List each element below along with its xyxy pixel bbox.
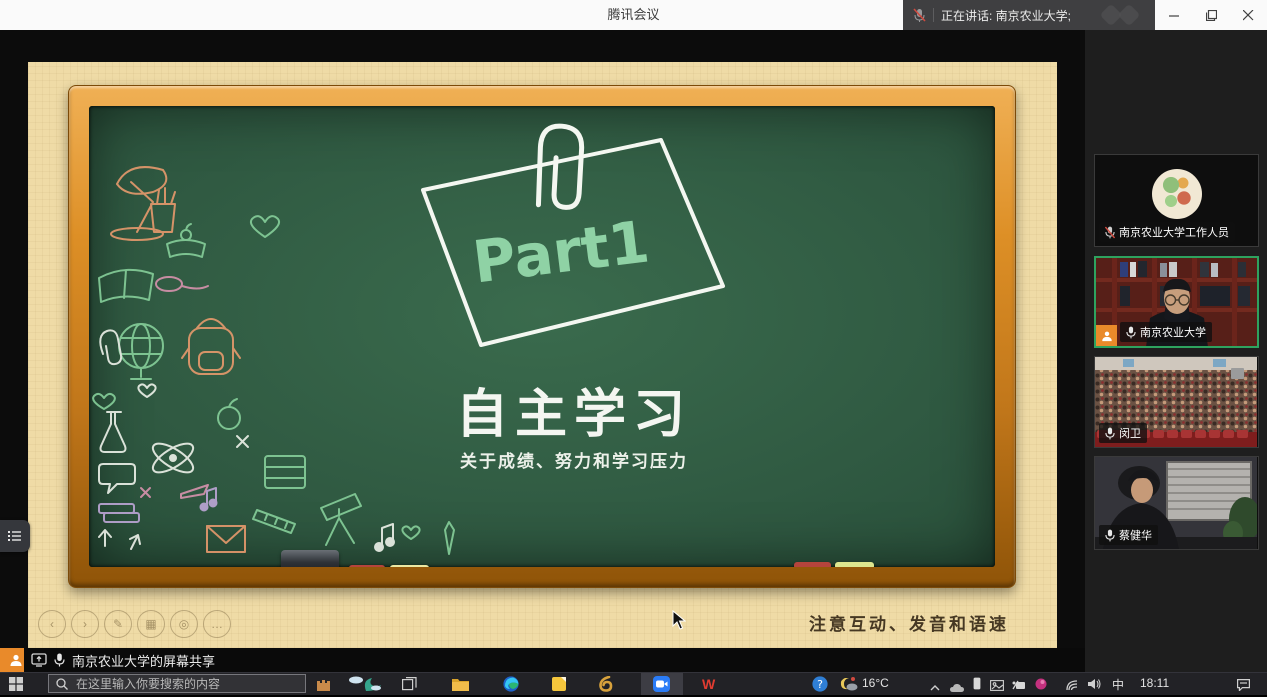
participant-label: 南京农业大学: [1120, 322, 1212, 342]
tray-phone-icon[interactable]: [973, 677, 981, 695]
minimize-button[interactable]: [1156, 0, 1193, 30]
windows-taskbar: W ? 16°C 中 18:11: [0, 672, 1267, 695]
presentation-slide: Part1 自主学习 关于成绩、努力和学习压力 注意互动、发音和语速 ‹ › ✎…: [28, 62, 1057, 648]
yellow-chalk: [835, 562, 874, 567]
action-center-icon[interactable]: [1237, 678, 1250, 696]
taskbar-search[interactable]: [48, 674, 306, 693]
speaking-text: 正在讲话: 南京农业大学;: [941, 7, 1071, 24]
tray-snip-icon[interactable]: [1012, 678, 1026, 696]
shared-screen-stage: Part1 自主学习 关于成绩、努力和学习压力 注意互动、发音和语速 ‹ › ✎…: [0, 30, 1085, 672]
window-titlebar: 腾讯会议 正在讲话: 南京农业大学;: [0, 0, 1267, 31]
chalkboard: Part1 自主学习 关于成绩、努力和学习压力: [89, 106, 995, 567]
participant-label: 蔡健华: [1099, 525, 1158, 545]
window-controls: [1156, 0, 1267, 30]
slide-title: 自主学习: [319, 372, 829, 447]
participant-name: 南京农业大学: [1140, 324, 1206, 340]
yellow-doc-app-icon[interactable]: [552, 677, 566, 696]
participant-name: 蔡健华: [1119, 527, 1152, 543]
search-input[interactable]: [74, 676, 298, 692]
search-icon: [56, 678, 68, 690]
red-chalk: [349, 565, 385, 567]
slide-footnote: 注意互动、发音和语速: [809, 610, 1009, 635]
sharer-badge: [0, 648, 24, 672]
person-icon: [1101, 330, 1113, 342]
prev-slide-icon: ‹: [38, 610, 66, 638]
tray-screenshot-icon[interactable]: [990, 678, 1004, 696]
chalkboard-frame: Part1 自主学习 关于成绩、努力和学习压力: [68, 85, 1016, 588]
person-icon: [9, 653, 23, 667]
thumbnail-resize-grip[interactable]: [1231, 368, 1244, 379]
clock[interactable]: 18:11: [1140, 676, 1169, 690]
participants-sidebar: 南京农业大学工作人员: [1085, 30, 1267, 672]
grid-icon: ▦: [137, 610, 165, 638]
mic-muted-icon: [913, 8, 926, 23]
share-bar-label: 南京农业大学的屏幕共享: [72, 651, 215, 670]
maximize-button[interactable]: [1193, 0, 1230, 30]
start-button[interactable]: [9, 677, 23, 696]
more-icon: …: [203, 610, 231, 638]
participant-tile[interactable]: 南京农业大学工作人员: [1094, 154, 1259, 247]
close-button[interactable]: [1230, 0, 1267, 30]
participant-tile-active-speaker[interactable]: 南京农业大学: [1094, 256, 1259, 348]
presenter-controls: ‹ › ✎ ▦ ◎ …: [38, 610, 231, 638]
mic-icon: [1105, 529, 1115, 542]
yellow-chalk: [390, 565, 429, 567]
wps-office-icon[interactable]: W: [702, 676, 715, 692]
svg-text:?: ?: [817, 678, 823, 691]
next-slide-icon: ›: [71, 610, 99, 638]
tray-network-icon[interactable]: [1066, 678, 1079, 696]
mic-icon: [1126, 326, 1136, 339]
avatar: [1152, 169, 1202, 219]
mouse-cursor: [672, 610, 686, 630]
ime-indicator[interactable]: 中: [1112, 676, 1124, 693]
tray-pink-app-icon[interactable]: [1035, 677, 1047, 695]
participant-name: 南京农业大学工作人员: [1119, 224, 1229, 240]
task-view-icon[interactable]: [402, 677, 417, 696]
participant-tile[interactable]: 蔡健华: [1094, 456, 1259, 550]
note-sketch: [89, 106, 995, 567]
temperature-label[interactable]: 16°C: [862, 676, 889, 690]
list-icon: [8, 530, 22, 542]
participant-label: 闵卫: [1099, 423, 1147, 443]
zoom-icon: ◎: [170, 610, 198, 638]
divider: [933, 8, 934, 22]
screen-share-icon: [31, 653, 47, 667]
blackboard-eraser: [281, 550, 339, 567]
tray-chevron-icon[interactable]: [930, 679, 940, 697]
moon-cloud-icon: [840, 676, 858, 692]
pen-icon: ✎: [104, 610, 132, 638]
castle-app-icon[interactable]: [316, 677, 331, 696]
red-chalk: [794, 562, 831, 567]
screen-share-bar: 南京农业大学的屏幕共享: [0, 648, 1085, 672]
meeting-logo-watermark-icon: [1118, 4, 1141, 27]
windows-logo-icon: [9, 677, 23, 691]
file-explorer-icon[interactable]: [452, 677, 469, 696]
tray-cloud-icon[interactable]: [950, 679, 964, 697]
mic-icon: [1105, 427, 1115, 440]
sharing-indicator-badge: [1096, 325, 1117, 346]
mic-muted-icon: [1105, 226, 1115, 239]
tray-volume-icon[interactable]: [1088, 677, 1101, 695]
participant-name: 闵卫: [1119, 425, 1141, 441]
slide-subtitle: 关于成绩、努力和学习压力: [319, 447, 829, 472]
mic-icon: [54, 653, 65, 667]
annotation-panel-handle[interactable]: [0, 520, 30, 552]
speaking-indicator: 正在讲话: 南京农业大学;: [903, 0, 1155, 30]
participant-label: 南京农业大学工作人员: [1099, 222, 1235, 242]
